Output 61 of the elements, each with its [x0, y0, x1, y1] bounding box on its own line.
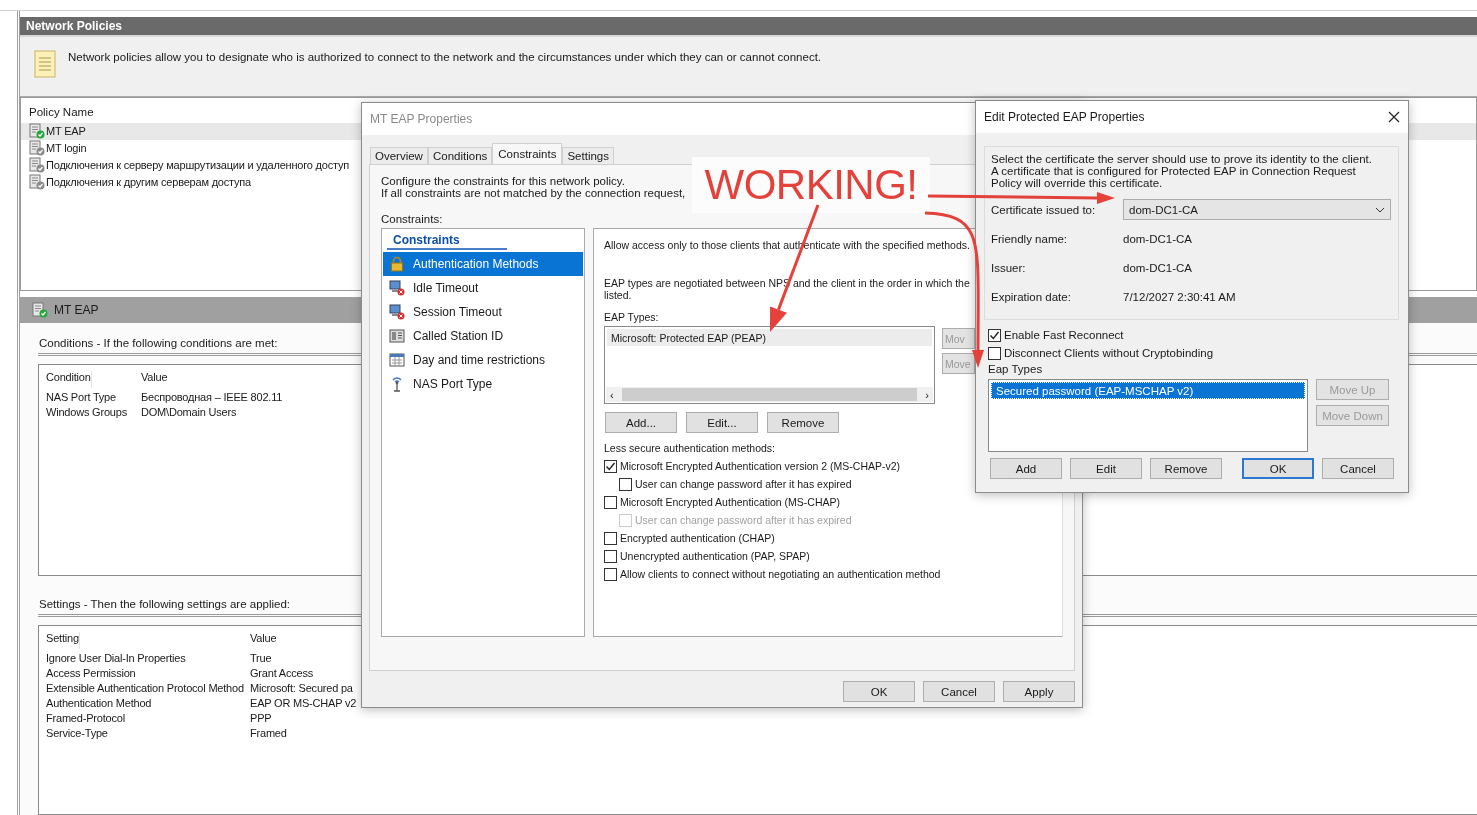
- field-label: Issuer:: [991, 261, 1026, 274]
- table-cell-text: Framed: [249, 727, 287, 739]
- panel-title: Network Policies: [20, 17, 1477, 38]
- nav-label: Session Timeout: [413, 305, 502, 319]
- nav-label: Day and time restrictions: [413, 353, 546, 367]
- field-label: Expiration date:: [991, 290, 1071, 303]
- field-value: dom-DC1-CA: [1123, 232, 1192, 245]
- table-cell: Framed-Protocol: [46, 712, 125, 724]
- policy-name: Подключения к другим серверам доступа: [46, 176, 251, 189]
- nav-label: Called Station ID: [413, 329, 504, 343]
- table-cell: Access Permission: [46, 667, 136, 679]
- description-text: Network policies allow you to designate who is authorized to connect to the network and the circumstances under which they can or cannot connect.: [68, 50, 822, 64]
- description-text: Policy will override this certificate.: [991, 177, 1163, 189]
- description-text: Select the certificate the server should use to prove its identity to the client.: [991, 153, 1372, 165]
- eap-types-label: Eap Types: [988, 363, 1043, 375]
- table-cell: NAS Port Type: [46, 391, 116, 403]
- policy-name: MT EAP: [46, 125, 86, 138]
- nav-label: Authentication Methods: [413, 257, 539, 271]
- table-cell-text: True: [249, 652, 272, 664]
- table-cell: Extensible Authentication Protocol Method: [46, 682, 244, 694]
- intro-text: Configure the constraints for this network policy.: [381, 175, 625, 187]
- checkbox-label: Allow clients to connect without negotiating an authentication method: [620, 568, 941, 580]
- checkbox-label: Microsoft Encrypted Authentication version 2 (MS-CHAP-v2): [620, 460, 901, 472]
- table-cell: Authentication Method: [46, 697, 152, 709]
- table-cell-text: DOM\Domain Users: [140, 406, 237, 418]
- field-label: Certificate issued to:: [991, 203, 1096, 216]
- nav-label: NAS Port Type: [413, 377, 493, 391]
- section-heading: Settings - Then the following settings are applied:: [39, 598, 291, 610]
- checkbox-label: User can change password after it has expired: [635, 514, 852, 526]
- checkbox-label: Encrypted authentication (CHAP): [620, 532, 775, 544]
- checkbox-label: Microsoft Encrypted Authentication (MS-CHAP): [620, 496, 840, 508]
- table-cell-text: Microsoft: Secured pa: [249, 682, 353, 694]
- checkbox-label: Disconnect Clients without Cryptobinding: [1004, 347, 1214, 359]
- section-heading: Conditions - If the following conditions are met:: [39, 337, 278, 349]
- policy-name: MT login: [46, 142, 87, 155]
- table-cell-text: PPP: [249, 712, 272, 724]
- table-cell: Service-Type: [46, 727, 108, 739]
- constraints-label: Constraints:: [381, 213, 443, 225]
- eap-note-text: listed.: [604, 289, 632, 301]
- nav-heading: Constraints: [387, 233, 507, 250]
- table-cell: Windows Groups: [46, 406, 127, 418]
- table-cell-text: Беспроводная – IEEE 802.11: [140, 391, 283, 403]
- description-text: A certificate that is configured for Protected EAP in Connection Request: [991, 165, 1356, 177]
- checkbox-label: User can change password after it has expired: [635, 478, 852, 490]
- intro-text: If all constraints are not matched by the connection request,: [381, 187, 686, 199]
- table-cell-text: Grant Access: [249, 667, 313, 679]
- table-cell-text: EAP OR MS-CHAP v2: [249, 697, 357, 709]
- detail-title: MT EAP: [54, 302, 99, 317]
- dialog-title: MT EAP Properties: [370, 112, 473, 126]
- field-label: Friendly name:: [991, 232, 1068, 245]
- checkbox-label: Enable Fast Reconnect: [1004, 329, 1124, 341]
- policy-name: Подключения к серверу маршрутизации и удаленного доступ: [46, 159, 350, 172]
- eap-types-label: EAP Types:: [604, 311, 659, 323]
- section-label: Less secure authentication methods:: [604, 442, 776, 454]
- field-value: 7/12/2027 2:30:41 AM: [1123, 290, 1236, 303]
- annotation-text: WORKING!: [692, 157, 930, 213]
- checkbox-label: Unencrypted authentication (PAP, SPAP): [620, 550, 810, 562]
- dialog-title: Edit Protected EAP Properties: [984, 110, 1145, 124]
- field-value: dom-DC1-CA: [1123, 261, 1192, 274]
- nav-label: Idle Timeout: [413, 281, 479, 295]
- table-cell: Ignore User Dial-In Properties: [46, 652, 186, 664]
